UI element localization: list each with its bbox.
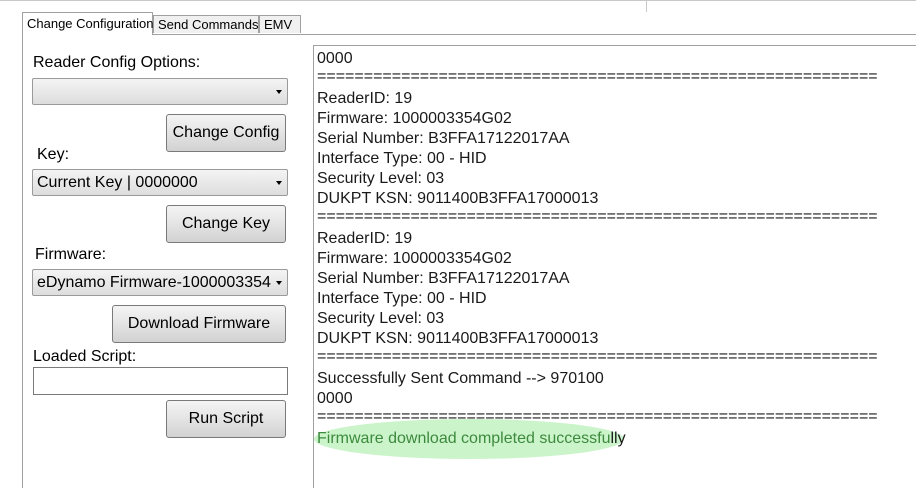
log-line: Interface Type: 00 - HID	[317, 290, 487, 307]
firmware-label: Firmware:	[35, 246, 107, 263]
run-script-button[interactable]: Run Script	[166, 400, 286, 438]
change-key-button[interactable]: Change Key	[166, 205, 286, 243]
log-separator: ========================================…	[317, 208, 878, 225]
tab-send-commands[interactable]: Send Commands	[153, 15, 259, 33]
firmware-value: eDynamo Firmware-1000003354	[37, 274, 271, 291]
log-line: DUKPT KSN: 9011400B3FFA17000013	[317, 190, 599, 207]
loaded-script-label: Loaded Script:	[33, 348, 137, 365]
key-label: Key:	[37, 146, 70, 163]
window-top-border	[0, 0, 916, 1]
output-log[interactable]: 0000 ===================================…	[313, 45, 916, 488]
log-line: Serial Number: B3FFA17122017AA	[317, 270, 570, 287]
log-line: Interface Type: 00 - HID	[317, 150, 487, 167]
loaded-script-field[interactable]	[33, 367, 288, 395]
dropdown-arrow-icon	[276, 90, 282, 94]
firmware-dropdown[interactable]: eDynamo Firmware-1000003354	[32, 269, 288, 296]
reader-config-options-label: Reader Config Options:	[33, 54, 201, 71]
log-line: 0000	[317, 390, 353, 407]
firmware-download-status: Firmware download completed successfully	[317, 430, 626, 448]
dropdown-arrow-icon	[276, 181, 282, 185]
log-separator: ========================================…	[317, 68, 878, 85]
download-firmware-button[interactable]: Download Firmware	[112, 305, 286, 343]
reader-config-options-dropdown[interactable]	[32, 78, 288, 105]
change-config-button[interactable]: Change Config	[166, 114, 286, 152]
log-line: DUKPT KSN: 9011400B3FFA17000013	[317, 330, 599, 347]
log-line: Successfully Sent Command --> 970100	[317, 370, 604, 387]
key-dropdown[interactable]: Current Key | 0000000	[32, 169, 288, 196]
log-line: Firmware: 1000003354G02	[317, 110, 512, 127]
status-highlighted-text: Firmware download completed successfu	[317, 430, 611, 447]
log-separator: ========================================…	[317, 348, 878, 365]
log-line: ReaderID: 19	[317, 230, 413, 247]
status-tail-text: lly	[610, 430, 626, 447]
dropdown-arrow-icon	[276, 281, 282, 285]
tab-change-configuration[interactable]: Change Configuration	[22, 12, 153, 35]
tab-emv[interactable]: EMV	[259, 15, 301, 33]
log-line: Serial Number: B3FFA17122017AA	[317, 130, 570, 147]
log-line: ReaderID: 19	[317, 90, 413, 107]
key-value: Current Key | 0000000	[37, 174, 198, 191]
log-line: Security Level: 03	[317, 310, 445, 327]
log-line: Security Level: 03	[317, 170, 445, 187]
window-splitter	[646, 0, 647, 12]
log-line: Firmware: 1000003354G02	[317, 250, 512, 267]
window-top-strip	[0, 0, 916, 12]
log-line: 0000	[317, 50, 353, 67]
